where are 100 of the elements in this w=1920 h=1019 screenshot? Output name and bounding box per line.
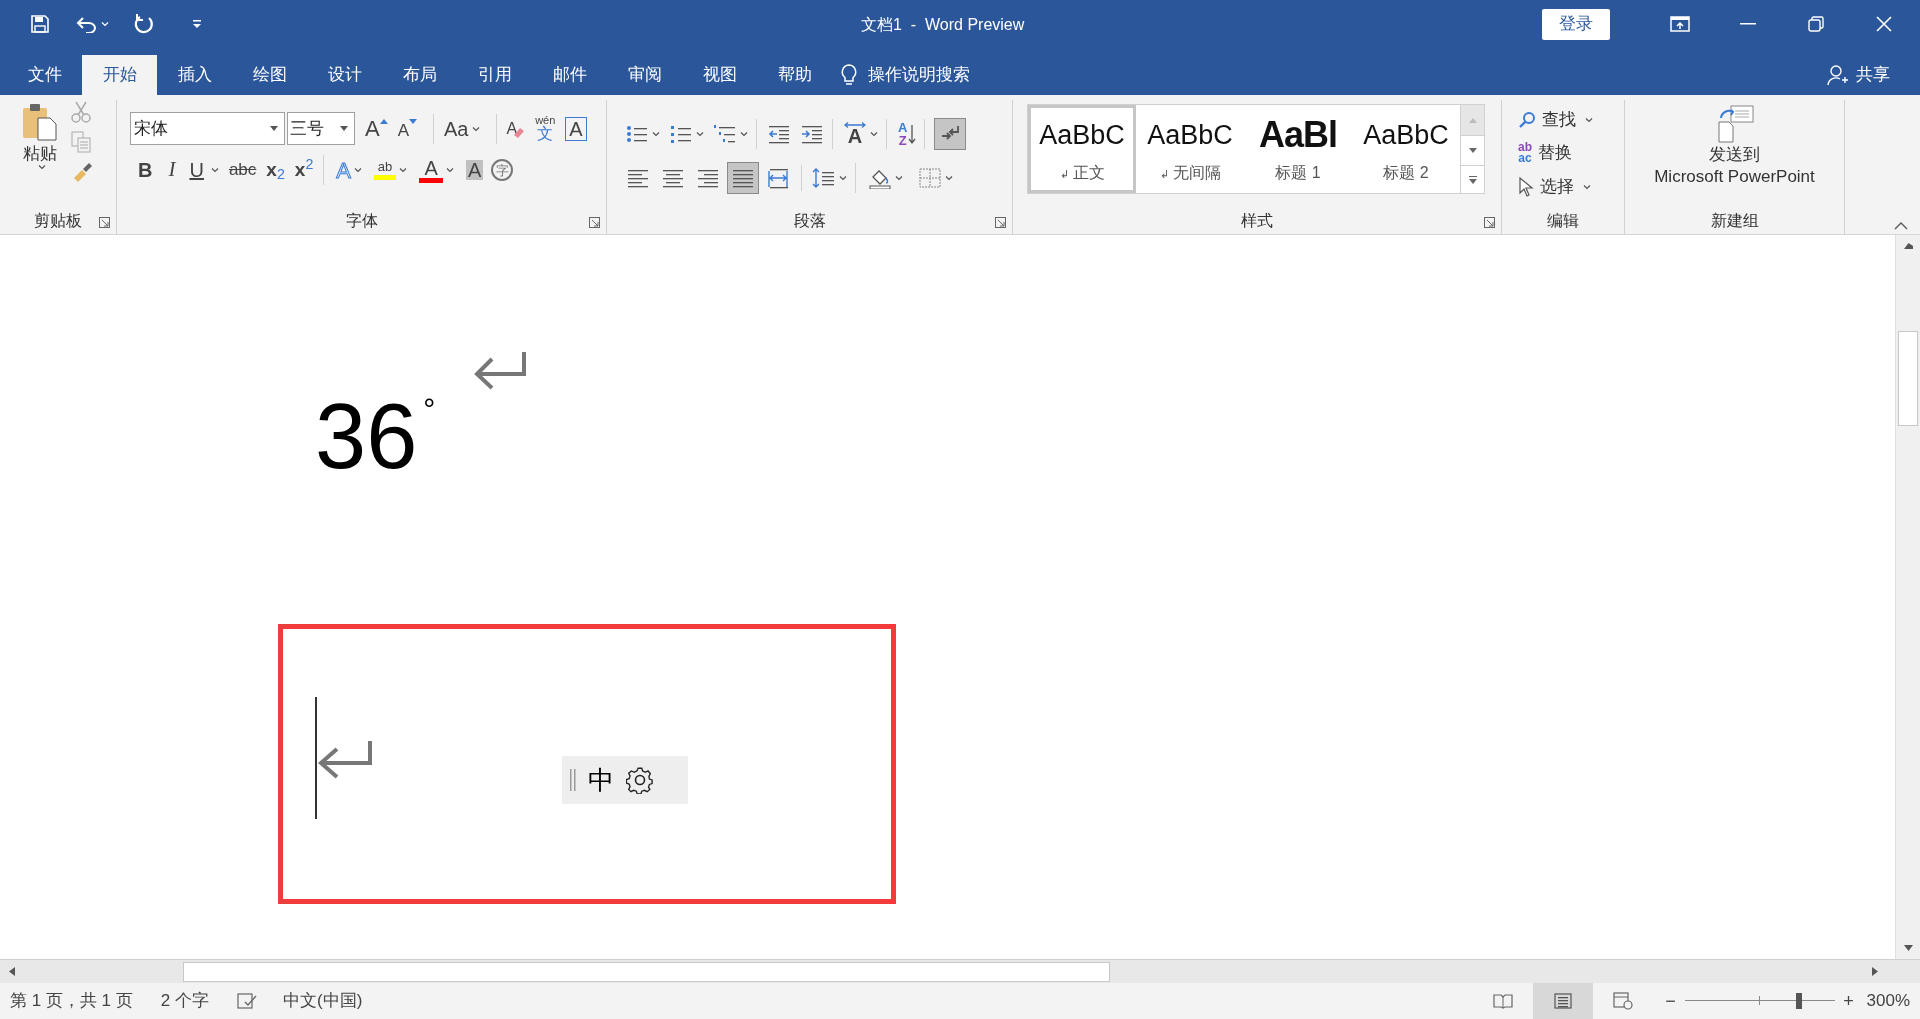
horizontal-scrollbar[interactable]	[0, 959, 1920, 983]
zoom-slider[interactable]	[1684, 991, 1835, 1011]
page-count[interactable]: 第 1 页，共 1 页	[10, 988, 133, 1014]
up-triangle-icon[interactable]	[1903, 243, 1913, 249]
ribbon-tab[interactable]: 文件	[7, 55, 82, 95]
caret-icon	[471, 125, 480, 132]
caret-icon	[652, 131, 660, 137]
ribbon-display-icon	[1670, 16, 1690, 32]
caret-icon	[839, 175, 847, 181]
ribbon-tab[interactable]: 视图	[682, 55, 757, 95]
down-arrow-icon	[908, 123, 917, 145]
bullet-list-icon	[625, 123, 649, 145]
bold-button[interactable]: B	[130, 155, 161, 185]
subscript-button[interactable]: x$_{2}$	[260, 155, 291, 185]
ribbon-tab[interactable]: 审阅	[607, 55, 682, 95]
down-triangle-icon[interactable]	[1903, 945, 1913, 951]
scroll-thumb[interactable]	[183, 961, 1110, 982]
ribbon-tab[interactable]: 帮助	[757, 55, 832, 95]
redo-icon[interactable]	[133, 13, 155, 35]
phonetic-guide-button[interactable]: wén 文	[531, 113, 560, 144]
proofing-icon[interactable]	[237, 992, 259, 1010]
shrink-font-button[interactable]: A	[393, 113, 422, 144]
grow-font-button[interactable]: A	[361, 113, 392, 144]
dialog-launcher-icon[interactable]	[99, 217, 110, 228]
numbered-list-icon	[669, 123, 693, 145]
zoom-out-button[interactable]: −	[1660, 987, 1681, 1015]
font-color-button[interactable]: A	[415, 155, 459, 185]
cursor-arrow-icon	[1518, 177, 1534, 197]
zoom-percent[interactable]: 300%	[1866, 988, 1910, 1014]
view-mode-button[interactable]	[1532, 983, 1593, 1019]
character-shading-button[interactable]: A	[462, 155, 488, 185]
style-gallery-item[interactable]: AaBbC ↲ 正文	[1028, 105, 1136, 193]
text-direction-button[interactable]: A	[840, 119, 887, 149]
dropdown-arrow-icon	[340, 126, 348, 131]
share-button[interactable]: 共享	[1826, 55, 1890, 95]
highlight-button[interactable]: ab	[370, 155, 412, 185]
paste-button[interactable]: 粘贴	[20, 100, 60, 208]
undo-icon	[76, 15, 98, 33]
ribbon-tab[interactable]: 引用	[457, 55, 532, 95]
align-left-icon	[626, 167, 650, 189]
language-indicator[interactable]: 中文(中国)	[283, 988, 363, 1014]
justify-button[interactable]	[727, 162, 759, 194]
font-name-dropdown[interactable]: 宋体	[130, 112, 285, 145]
word-count[interactable]: 2 个字	[160, 988, 209, 1014]
dialog-launcher-icon[interactable]	[995, 217, 1006, 228]
sign-in-button[interactable]: 登录	[1542, 8, 1610, 40]
clear-formatting-button[interactable]: A	[495, 113, 530, 144]
font-size-dropdown[interactable]: 三号	[287, 112, 355, 145]
italic-button[interactable]: I	[160, 155, 184, 185]
select-button[interactable]: 选择	[1518, 170, 1624, 204]
superscript-button[interactable]: x$^{2}$	[290, 155, 325, 185]
change-case-button[interactable]: Aa	[433, 113, 484, 144]
line-spacing-icon	[812, 167, 836, 189]
ribbon-tab[interactable]: 绘图	[232, 55, 307, 95]
collapse-ribbon-icon[interactable]	[1894, 222, 1908, 230]
caret-icon	[740, 131, 748, 137]
style-gallery-item[interactable]: AaBbC ↲ 无间隔	[1136, 105, 1244, 193]
caret-icon	[210, 167, 219, 173]
strikethrough-button[interactable]: abc	[224, 155, 261, 185]
ribbon-tab[interactable]: 邮件	[532, 55, 607, 95]
show-marks-button[interactable]	[934, 118, 967, 150]
scroll-thumb[interactable]	[1898, 331, 1918, 426]
dropdown-arrow-icon	[270, 126, 278, 131]
zoom-thumb[interactable]	[1795, 993, 1802, 1009]
settings-icon[interactable]	[626, 766, 654, 794]
degree-symbol: °	[423, 394, 436, 424]
zoom-in-button[interactable]: +	[1838, 987, 1859, 1015]
sort-button[interactable]: A Z	[894, 119, 926, 149]
align-center-icon	[661, 167, 685, 189]
group-label: 编辑	[1547, 211, 1579, 231]
tell-me-search[interactable]: 操作说明搜索	[868, 62, 970, 88]
justify-icon	[731, 167, 755, 189]
dialog-launcher-icon[interactable]	[589, 217, 600, 228]
caret-icon	[1583, 184, 1591, 190]
up-triangle-icon	[379, 117, 388, 124]
dialog-launcher-icon[interactable]	[1484, 217, 1495, 228]
style-gallery-item[interactable]: AaBl 标题 1	[1244, 105, 1352, 193]
lightbulb-icon	[840, 63, 858, 87]
underline-button[interactable]: U	[183, 155, 225, 185]
find-button[interactable]: 查找	[1518, 104, 1624, 136]
style-gallery-item[interactable]: AaBbC 标题 2	[1352, 105, 1460, 193]
undo-button[interactable]	[76, 15, 109, 33]
ribbon-tab[interactable]: 布局	[382, 55, 457, 95]
right-triangle-icon[interactable]	[1872, 967, 1878, 976]
input-mode-button[interactable]: 中	[588, 767, 614, 793]
ribbon-tab[interactable]: 开始	[82, 55, 157, 95]
left-triangle-icon[interactable]	[9, 967, 15, 976]
document-text: 36	[315, 390, 418, 482]
person-add-icon	[1826, 64, 1848, 86]
vertical-scrollbar[interactable]	[1895, 235, 1920, 959]
ribbon-tab[interactable]: 插入	[157, 55, 232, 95]
caret-icon	[37, 164, 46, 170]
restore-icon	[1808, 16, 1824, 32]
save-icon[interactable]	[30, 14, 50, 34]
customize-toolbar-icon[interactable]	[191, 18, 203, 30]
decrease-indent-icon	[767, 123, 791, 145]
ribbon-tab[interactable]: 设计	[307, 55, 382, 95]
send-to-powerpoint-button[interactable]: 发送到 Microsoft PowerPoint	[1625, 100, 1844, 208]
group-label: 新建组	[1710, 211, 1759, 231]
grip-icon[interactable]	[570, 769, 576, 791]
